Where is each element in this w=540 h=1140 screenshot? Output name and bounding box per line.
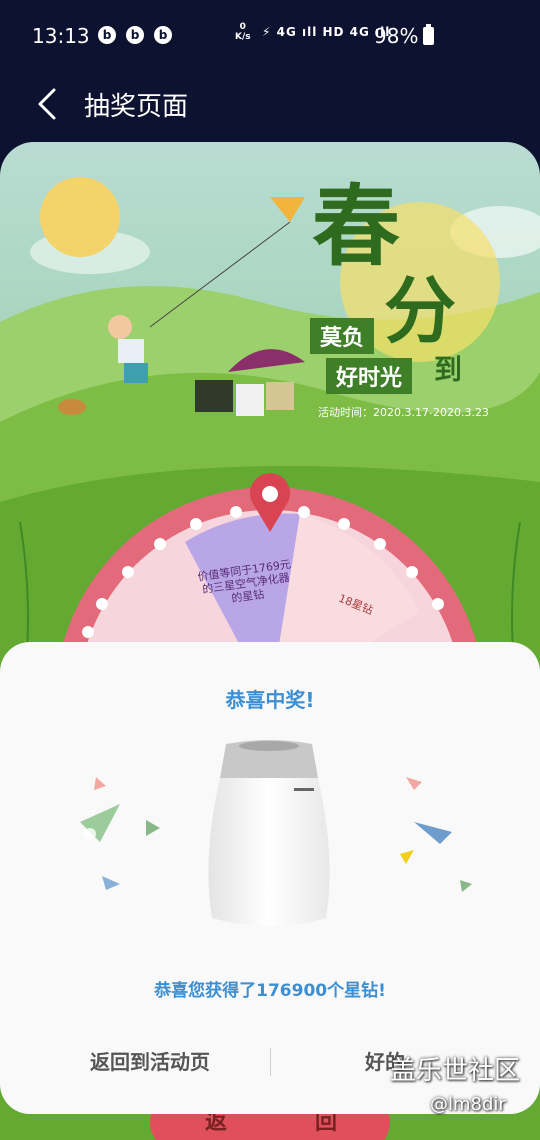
poster-title-char-2: 分 [384, 268, 457, 353]
watermark-text: 盖乐世社区 [390, 1056, 521, 1086]
poster-tag-1: 莫负 [310, 318, 375, 354]
dialog-title: 恭喜中奖! [225, 688, 315, 712]
air-purifier-image [208, 740, 330, 926]
battery-icon [423, 24, 434, 45]
prize-dialog: 恭喜中奖! 恭喜您获得了176900个星钻! 返回到活动页 好的 [0, 642, 540, 1114]
bixby-icon: b [126, 26, 144, 44]
dialog-message: 恭喜您获得了176900个星钻! [154, 981, 386, 1001]
return-to-activity-button[interactable]: 返回到活动页 [40, 1042, 260, 1082]
page-title: 抽奖页面 [84, 92, 189, 122]
poster-tag-3: 到 [434, 353, 463, 386]
button-divider [270, 1048, 271, 1076]
activity-date: 活动时间：2020.3.17-2020.3.23 [318, 406, 489, 419]
status-bar: 13:13 b b b 0 K/s ⚡ 4G ıll HD 4G ıll 98% [0, 0, 540, 70]
chevron-left-icon[interactable] [30, 84, 70, 124]
network-speed-value: 0 [239, 22, 246, 32]
party-hat-left-icon [80, 777, 160, 890]
signal-icons: ⚡ 4G ıll HD 4G ıll [262, 25, 391, 39]
app-header: 抽奖页面 [0, 70, 540, 140]
network-speed-unit: K/s [235, 32, 251, 42]
poster-tag-2: 好时光 [326, 358, 413, 394]
status-time: 13:13 [32, 24, 90, 48]
party-hat-right-icon [400, 777, 472, 892]
network-speed: 0 K/s [235, 22, 251, 42]
bixby-icon: b [98, 26, 116, 44]
watermark-handle: @lm8dir [430, 1094, 506, 1115]
bixby-icon: b [154, 26, 172, 44]
battery-percent: 98% [374, 24, 419, 48]
